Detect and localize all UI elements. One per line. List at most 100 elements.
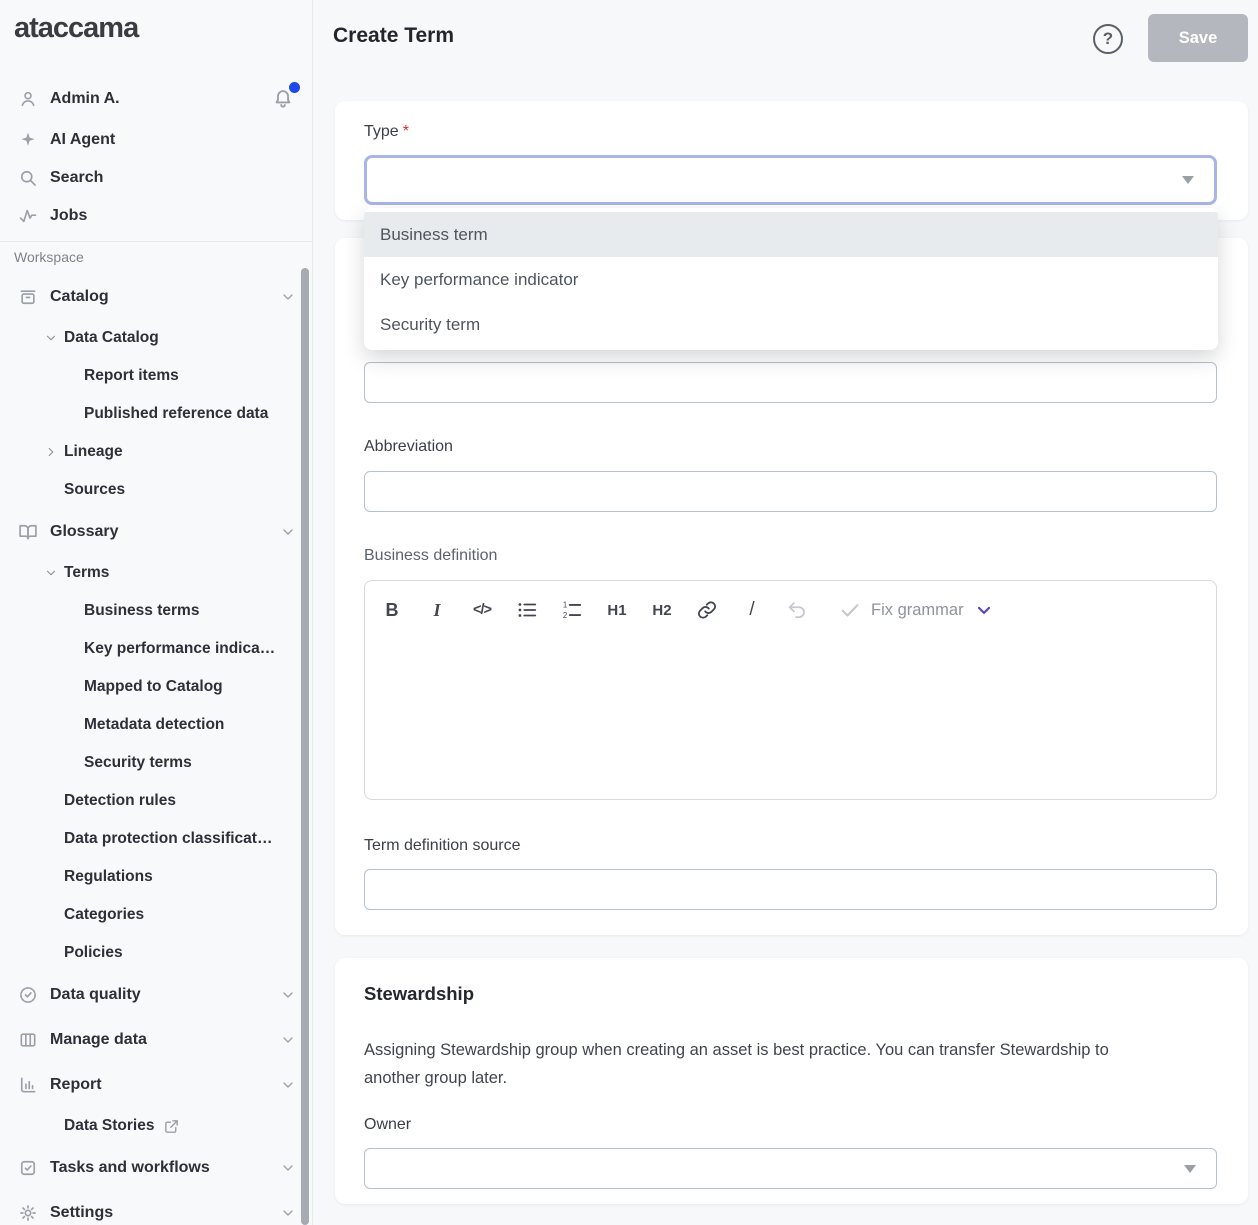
sidebar-item-mapped-to-catalog[interactable]: Mapped to Catalog [0,668,312,706]
code-button[interactable]: </> [469,595,495,625]
numbered-list-icon-button[interactable]: 12 [559,595,585,625]
link-icon-button[interactable] [694,595,720,625]
sidebar-item-terms[interactable]: Terms [0,554,312,592]
sidebar-item-security-terms[interactable]: Security terms [0,744,312,782]
sidebar-item-tasks-and-workflows[interactable]: Tasks and workflows [0,1145,312,1190]
caret-down-icon [1182,176,1194,184]
sidebar-item-categories[interactable]: Categories [0,896,312,934]
ataccama-logo: ataccama [14,12,312,46]
dropdown-option-security-term[interactable]: Security term [364,302,1218,347]
bold-button[interactable]: B [379,595,405,625]
sidebar-item-key-performance-indica[interactable]: Key performance indica… [0,630,312,668]
notification-badge [289,82,300,93]
sidebar-item-report-items[interactable]: Report items [0,357,312,395]
svg-text:1: 1 [563,600,567,609]
user-menu[interactable]: Admin A. [0,77,312,121]
heading-2-button[interactable]: H2 [649,595,675,625]
chevron-down-icon [280,1077,296,1093]
sidebar-nav-list: CatalogData CatalogReport itemsPublished… [0,274,312,1225]
fix-grammar-button[interactable]: Fix grammar [839,599,994,621]
svg-text:2: 2 [563,611,567,620]
caret-down-icon [1184,1165,1196,1173]
help-icon[interactable]: ? [1093,24,1123,54]
sparkle-icon [18,130,38,150]
sidebar-item-policies[interactable]: Policies [0,934,312,972]
dropdown-option-key-performance-indicator[interactable]: Key performance indicator [364,257,1218,302]
workspace-section-label: Workspace [14,249,312,267]
bar-chart-icon [18,1075,38,1095]
fix-grammar-label: Fix grammar [871,601,964,620]
sidebar-item-regulations[interactable]: Regulations [0,858,312,896]
sidebar-item-ai-agent[interactable]: AI Agent [0,121,312,159]
editor-body[interactable] [365,639,1216,799]
sidebar-item-sources[interactable]: Sources [0,471,312,509]
catalog-box-icon [18,287,38,307]
term-definition-source-input[interactable] [364,869,1217,910]
sidebar: ataccama Admin A. AI AgentSearchJobs Wor… [0,0,313,1225]
slash-button[interactable]: / [739,595,765,625]
check-icon [839,599,861,621]
owner-select[interactable] [364,1148,1217,1189]
user-name: Admin A. [50,90,120,108]
term-definition-source-label: Term definition source [364,837,521,855]
gear-icon [18,1203,38,1223]
chevron-down-icon [280,987,296,1003]
sidebar-item-search[interactable]: Search [0,159,312,197]
chevron-down-icon [280,289,296,305]
sidebar-item-detection-rules[interactable]: Detection rules [0,782,312,820]
sidebar-item-glossary[interactable]: Glossary [0,509,312,554]
name-input[interactable] [364,362,1217,403]
dropdown-option-business-term[interactable]: Business term [364,212,1218,257]
sidebar-item-metadata-detection[interactable]: Metadata detection [0,706,312,744]
chevron-down-icon [280,1205,296,1221]
external-link-icon [163,1118,180,1135]
type-dropdown-menu: Business termKey performance indicatorSe… [364,208,1218,350]
notifications-bell-icon[interactable] [272,87,296,111]
heading-1-button[interactable]: H1 [604,595,630,625]
sidebar-item-manage-data[interactable]: Manage data [0,1017,312,1062]
user-avatar-icon [18,89,38,109]
type-card: Type* [335,101,1248,220]
sidebar-item-data-stories[interactable]: Data Stories [0,1107,312,1145]
sidebar-item-business-terms[interactable]: Business terms [0,592,312,630]
page-title: Create Term [333,24,454,48]
sidebar-item-report[interactable]: Report [0,1062,312,1107]
sidebar-item-settings[interactable]: Settings [0,1190,312,1225]
checkbox-icon [18,1158,38,1178]
italic-button[interactable]: I [424,595,450,625]
type-select[interactable] [364,155,1217,205]
save-button[interactable]: Save [1148,14,1248,62]
quality-seal-icon [18,985,38,1005]
chevron-down-icon [44,331,58,345]
business-definition-label: Business definition [364,547,497,565]
business-definition-editor: BI</>12H1H2/Fix grammar [364,580,1217,800]
sidebar-item-data-catalog[interactable]: Data Catalog [0,319,312,357]
app-window: ataccama Admin A. AI AgentSearchJobs Wor… [0,0,1258,1225]
stewardship-title: Stewardship [364,983,474,1005]
chevron-down-icon [44,566,58,580]
chevron-down-icon [280,524,296,540]
activity-icon [18,206,38,226]
sidebar-scrollbar[interactable] [301,268,309,1225]
stewardship-card: Stewardship Assigning Stewardship group … [335,958,1248,1204]
undo-icon-button[interactable] [784,595,810,625]
sidebar-item-data-quality[interactable]: Data quality [0,972,312,1017]
chevron-down-icon[interactable] [974,600,994,620]
sidebar-divider [0,241,312,242]
sidebar-item-catalog[interactable]: Catalog [0,274,312,319]
bullet-list-icon-button[interactable] [514,595,540,625]
columns-icon [18,1030,38,1050]
abbreviation-input[interactable] [364,471,1217,512]
sidebar-top-nav: AI AgentSearchJobs [0,121,312,235]
sidebar-item-jobs[interactable]: Jobs [0,197,312,235]
chevron-down-icon [280,1160,296,1176]
editor-toolbar: BI</>12H1H2/Fix grammar [365,581,1216,639]
search-icon [18,168,38,188]
abbreviation-label: Abbreviation [364,438,453,456]
sidebar-item-lineage[interactable]: Lineage [0,433,312,471]
book-icon [18,522,38,542]
owner-label: Owner [364,1116,411,1134]
stewardship-description: Assigning Stewardship group when creatin… [364,1036,1164,1092]
sidebar-item-data-protection-classificat[interactable]: Data protection classificat… [0,820,312,858]
sidebar-item-published-reference-data[interactable]: Published reference data [0,395,312,433]
